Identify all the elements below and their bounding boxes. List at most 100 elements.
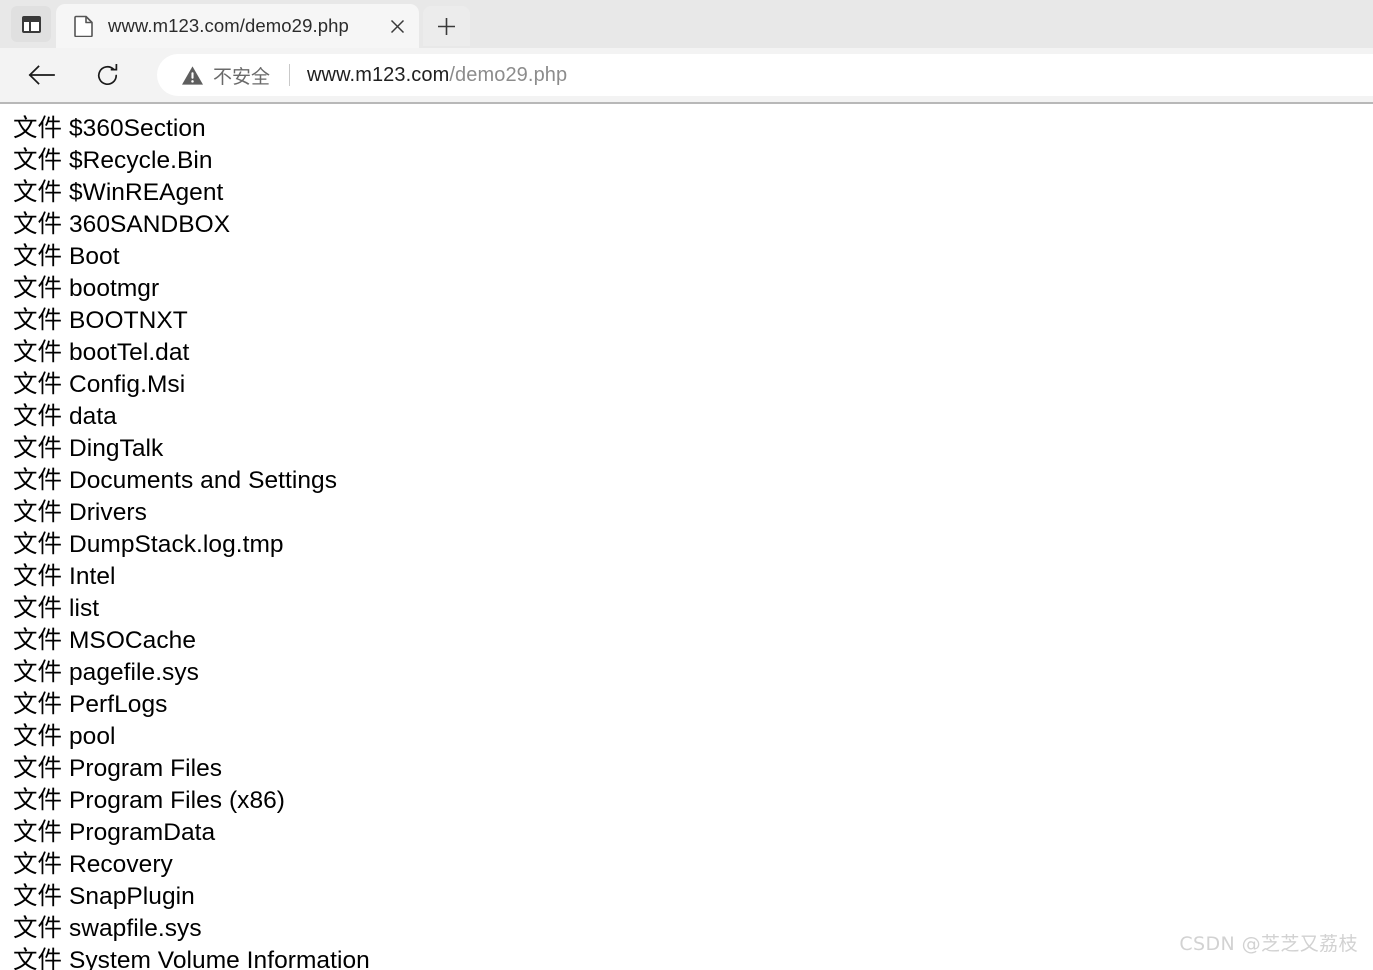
file-type-label: 文件 [13, 561, 63, 590]
file-type-label: 文件 [13, 465, 63, 494]
browser-window: www.m123.com/demo29.php 不安全 www.m123.com… [0, 0, 1373, 970]
file-type-label: 文件 [13, 945, 63, 970]
file-name: Intel [62, 563, 116, 590]
list-item: 文件 Drivers [13, 496, 1373, 528]
file-name: Documents and Settings [62, 467, 337, 494]
file-name: Config.Msi [62, 371, 186, 398]
file-name: pool [62, 723, 116, 750]
file-type-label: 文件 [13, 881, 63, 910]
back-arrow-icon [28, 65, 55, 85]
file-type-label: 文件 [13, 273, 63, 302]
file-type-label: 文件 [13, 689, 63, 718]
file-type-label: 文件 [13, 433, 63, 462]
list-item: 文件 Intel [13, 560, 1373, 592]
file-name: DingTalk [62, 435, 164, 462]
tab-title: www.m123.com/demo29.php [108, 15, 349, 36]
list-item: 文件 Config.Msi [13, 368, 1373, 400]
file-type-label: 文件 [13, 177, 63, 206]
file-type-label: 文件 [13, 721, 63, 750]
list-item: 文件 MSOCache [13, 624, 1373, 656]
back-button[interactable] [19, 53, 63, 97]
file-name: BOOTNXT [62, 307, 188, 334]
file-name: SnapPlugin [62, 883, 195, 910]
list-item: 文件 data [13, 400, 1373, 432]
file-name: pagefile.sys [62, 659, 199, 686]
file-type-label: 文件 [13, 113, 63, 142]
list-item: 文件 ProgramData [13, 816, 1373, 848]
browser-tab-active[interactable]: www.m123.com/demo29.php [56, 4, 419, 48]
file-type-label: 文件 [13, 657, 63, 686]
file-type-label: 文件 [13, 369, 63, 398]
sidebar-panel-icon [21, 15, 41, 33]
file-type-label: 文件 [13, 401, 63, 430]
list-item: 文件 pagefile.sys [13, 656, 1373, 688]
file-type-label: 文件 [13, 241, 63, 270]
list-item: 文件 DingTalk [13, 432, 1373, 464]
security-label: 不安全 [213, 66, 271, 88]
file-name: MSOCache [62, 627, 196, 654]
list-item: 文件 list [13, 592, 1373, 624]
file-name: list [62, 595, 100, 622]
file-type-label: 文件 [13, 753, 63, 782]
file-name: data [62, 403, 117, 430]
file-name: ProgramData [62, 819, 216, 846]
sidebar-toggle-button[interactable] [11, 6, 51, 42]
file-type-label: 文件 [13, 817, 63, 846]
file-name: PerfLogs [62, 691, 168, 718]
list-item: 文件 $360Section [13, 112, 1373, 144]
browser-toolbar: 不安全 www.m123.com/demo29.php [0, 48, 1373, 104]
url-path: /demo29.php [449, 63, 568, 86]
file-name: $WinREAgent [62, 179, 224, 206]
file-name: bootmgr [62, 275, 160, 302]
file-name: bootTel.dat [62, 339, 190, 366]
list-item: 文件 System Volume Information [13, 944, 1373, 970]
file-type-label: 文件 [13, 625, 63, 654]
file-type-label: 文件 [13, 305, 63, 334]
directory-listing: 文件 $360Section 文件 $Recycle.Bin 文件 $WinREAg… [0, 112, 1373, 970]
list-item: 文件 swapfile.sys [13, 912, 1373, 944]
address-bar[interactable]: 不安全 www.m123.com/demo29.php [157, 54, 1373, 96]
file-name: Program Files [62, 755, 223, 782]
list-item: 文件 Program Files [13, 752, 1373, 784]
security-status[interactable]: 不安全 [181, 62, 270, 89]
omnibox-divider [289, 64, 291, 86]
list-item: 文件 360SANDBOX [13, 208, 1373, 240]
reload-button[interactable] [85, 53, 129, 97]
file-type-label: 文件 [13, 913, 63, 942]
plus-icon [438, 17, 455, 35]
file-type-label: 文件 [13, 593, 63, 622]
list-item: 文件 Documents and Settings [13, 464, 1373, 496]
list-item: 文件 $Recycle.Bin [13, 144, 1373, 176]
file-name: Drivers [62, 499, 147, 526]
list-item: 文件 DumpStack.log.tmp [13, 528, 1373, 560]
file-name: DumpStack.log.tmp [62, 531, 284, 558]
list-item: 文件 bootTel.dat [13, 336, 1373, 368]
reload-icon [97, 63, 117, 85]
page-document-icon [74, 15, 93, 37]
file-name: Boot [62, 243, 120, 270]
list-item: 文件 PerfLogs [13, 688, 1373, 720]
file-name: Recovery [62, 851, 173, 878]
file-type-label: 文件 [13, 145, 63, 174]
file-name: $360Section [62, 115, 206, 142]
file-name: System Volume Information [62, 947, 370, 970]
file-name: 360SANDBOX [62, 211, 231, 238]
page-content: 文件 $360Section 文件 $Recycle.Bin 文件 $WinREAg… [0, 104, 1373, 970]
file-type-label: 文件 [13, 337, 63, 366]
file-type-label: 文件 [13, 785, 63, 814]
file-type-label: 文件 [13, 497, 63, 526]
list-item: 文件 bootmgr [13, 272, 1373, 304]
new-tab-button[interactable] [423, 6, 470, 46]
file-name: swapfile.sys [62, 915, 202, 942]
list-item: 文件 Program Files (x86) [13, 784, 1373, 816]
warning-triangle-icon [182, 65, 203, 85]
watermark: CSDN @芝芝又荔枝 [1179, 933, 1358, 955]
file-name: Program Files (x86) [62, 787, 286, 814]
close-icon[interactable] [381, 10, 413, 42]
list-item: 文件 BOOTNXT [13, 304, 1373, 336]
tab-strip: www.m123.com/demo29.php [0, 0, 1373, 48]
list-item: 文件 $WinREAgent [13, 176, 1373, 208]
url-text: www.m123.com/demo29.php [307, 64, 567, 87]
list-item: 文件 Boot [13, 240, 1373, 272]
list-item: 文件 Recovery [13, 848, 1373, 880]
